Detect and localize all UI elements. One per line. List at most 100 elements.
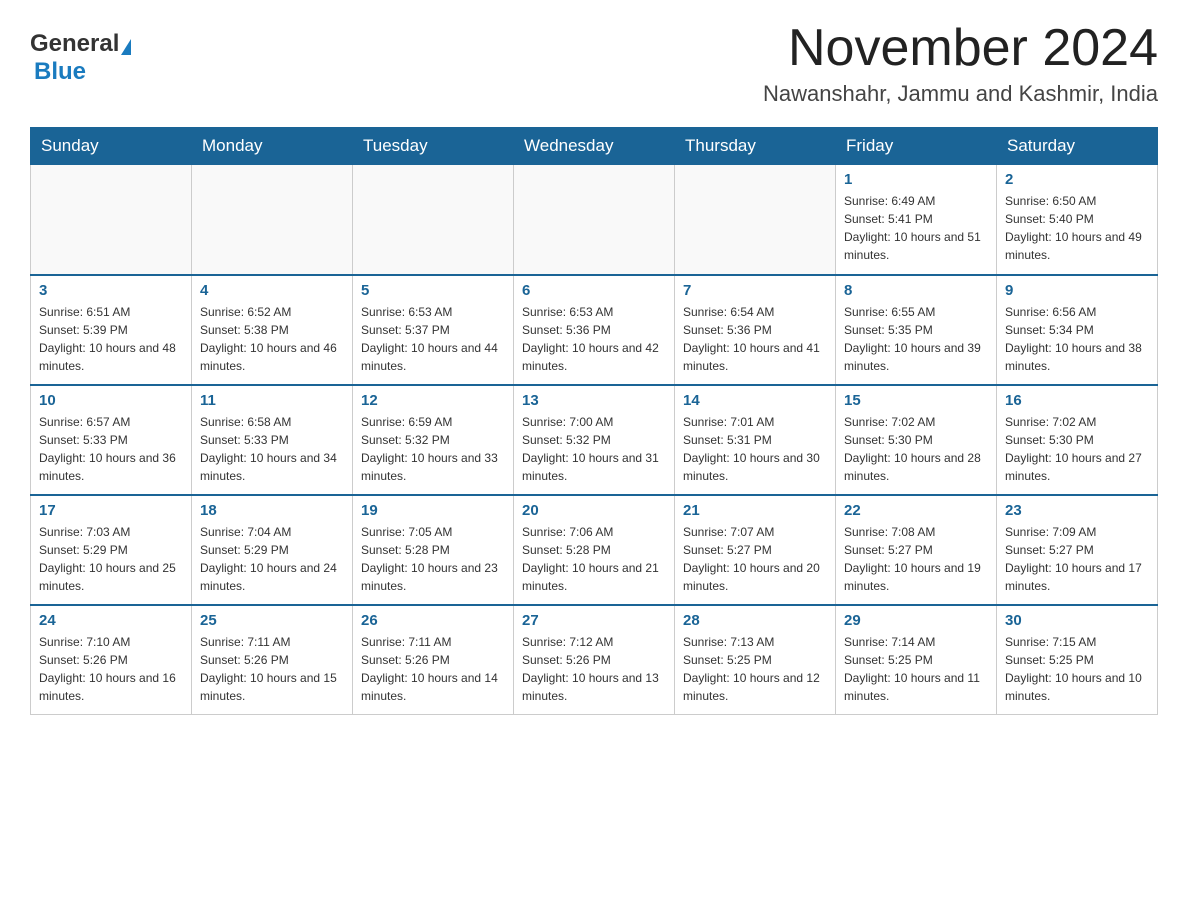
header-monday: Monday: [192, 128, 353, 165]
calendar-cell: 9 Sunrise: 6:56 AM Sunset: 5:34 PM Daylig…: [997, 275, 1158, 385]
calendar-cell: 28 Sunrise: 7:13 AM Sunset: 5:25 PM Dayli…: [675, 605, 836, 715]
calendar-cell: 14 Sunrise: 7:01 AM Sunset: 5:31 PM Dayli…: [675, 385, 836, 495]
day-number: 24: [39, 612, 183, 629]
day-info: Sunrise: 7:10 AM Sunset: 5:26 PM Dayligh…: [39, 633, 183, 705]
calendar-cell: 15Sunrise: 7:02 AM Sunset: 5:30 PM Dayli…: [836, 385, 997, 495]
day-info: Sunrise: 6:52 AM Sunset: 5:38 PM Dayligh…: [200, 303, 344, 375]
day-info: Sunrise: 6:54 AM Sunset: 5:36 PM Dayligh…: [683, 303, 827, 375]
calendar-header-row: Sunday Monday Tuesday Wednesday Thursday…: [31, 128, 1158, 165]
page-header: General Blue November 2024 Nawanshahr, J…: [30, 20, 1158, 107]
day-number: 30: [1005, 612, 1149, 629]
calendar-cell: 1Sunrise: 6:49 AM Sunset: 5:41 PM Daylig…: [836, 165, 997, 275]
day-number: 28: [683, 612, 827, 629]
calendar-cell: 26 Sunrise: 7:11 AM Sunset: 5:26 PM Dayli…: [353, 605, 514, 715]
calendar-cell: 21 Sunrise: 7:07 AM Sunset: 5:27 PM Dayli…: [675, 495, 836, 605]
day-info: Sunrise: 7:06 AM Sunset: 5:28 PM Dayligh…: [522, 523, 666, 595]
day-info: Sunrise: 7:01 AM Sunset: 5:31 PM Dayligh…: [683, 413, 827, 485]
day-info: Sunrise: 6:50 AM Sunset: 5:40 PM Dayligh…: [1005, 192, 1149, 264]
day-info: Sunrise: 6:51 AM Sunset: 5:39 PM Dayligh…: [39, 303, 183, 375]
calendar-cell: 25 Sunrise: 7:11 AM Sunset: 5:26 PM Dayli…: [192, 605, 353, 715]
calendar-cell: 19 Sunrise: 7:05 AM Sunset: 5:28 PM Dayli…: [353, 495, 514, 605]
day-number: 14: [683, 392, 827, 409]
title-area: November 2024 Nawanshahr, Jammu and Kash…: [763, 20, 1158, 107]
day-number: 4: [200, 282, 344, 299]
day-number: 11: [200, 392, 344, 409]
header-wednesday: Wednesday: [514, 128, 675, 165]
day-info: Sunrise: 7:14 AM Sunset: 5:25 PM Dayligh…: [844, 633, 988, 705]
calendar-cell: 24 Sunrise: 7:10 AM Sunset: 5:26 PM Dayli…: [31, 605, 192, 715]
day-number: 13: [522, 392, 666, 409]
day-number: 19: [361, 502, 505, 519]
day-number: 22: [844, 502, 988, 519]
calendar-cell: 13 Sunrise: 7:00 AM Sunset: 5:32 PM Dayli…: [514, 385, 675, 495]
day-info: Sunrise: 7:08 AM Sunset: 5:27 PM Dayligh…: [844, 523, 988, 595]
day-info: Sunrise: 6:59 AM Sunset: 5:32 PM Dayligh…: [361, 413, 505, 485]
day-number: 1: [844, 171, 988, 188]
calendar-cell: 27 Sunrise: 7:12 AM Sunset: 5:26 PM Dayli…: [514, 605, 675, 715]
day-info: Sunrise: 7:09 AM Sunset: 5:27 PM Dayligh…: [1005, 523, 1149, 595]
day-number: 27: [522, 612, 666, 629]
calendar-cell: 7Sunrise: 6:54 AM Sunset: 5:36 PM Daylig…: [675, 275, 836, 385]
day-info: Sunrise: 7:07 AM Sunset: 5:27 PM Dayligh…: [683, 523, 827, 595]
calendar-cell: 4 Sunrise: 6:52 AM Sunset: 5:38 PM Daylig…: [192, 275, 353, 385]
day-info: Sunrise: 7:15 AM Sunset: 5:25 PM Dayligh…: [1005, 633, 1149, 705]
location-title: Nawanshahr, Jammu and Kashmir, India: [763, 81, 1158, 107]
day-number: 21: [683, 502, 827, 519]
day-number: 16: [1005, 392, 1149, 409]
day-info: Sunrise: 6:53 AM Sunset: 5:37 PM Dayligh…: [361, 303, 505, 375]
calendar-cell: 3 Sunrise: 6:51 AM Sunset: 5:39 PM Daylig…: [31, 275, 192, 385]
calendar-cell: 6Sunrise: 6:53 AM Sunset: 5:36 PM Daylig…: [514, 275, 675, 385]
calendar-cell: 11 Sunrise: 6:58 AM Sunset: 5:33 PM Dayli…: [192, 385, 353, 495]
day-number: 8: [844, 282, 988, 299]
day-number: 12: [361, 392, 505, 409]
header-sunday: Sunday: [31, 128, 192, 165]
day-info: Sunrise: 6:58 AM Sunset: 5:33 PM Dayligh…: [200, 413, 344, 485]
calendar-cell: 12 Sunrise: 6:59 AM Sunset: 5:32 PM Dayli…: [353, 385, 514, 495]
day-info: Sunrise: 7:12 AM Sunset: 5:26 PM Dayligh…: [522, 633, 666, 705]
calendar-cell: 17 Sunrise: 7:03 AM Sunset: 5:29 PM Dayli…: [31, 495, 192, 605]
day-number: 29: [844, 612, 988, 629]
calendar-week-row-4: 24 Sunrise: 7:10 AM Sunset: 5:26 PM Dayli…: [31, 605, 1158, 715]
calendar-table: Sunday Monday Tuesday Wednesday Thursday…: [30, 127, 1158, 715]
day-info: Sunrise: 7:11 AM Sunset: 5:26 PM Dayligh…: [200, 633, 344, 705]
calendar-cell: [31, 165, 192, 275]
day-info: Sunrise: 6:56 AM Sunset: 5:34 PM Dayligh…: [1005, 303, 1149, 375]
header-saturday: Saturday: [997, 128, 1158, 165]
calendar-cell: 5 Sunrise: 6:53 AM Sunset: 5:37 PM Daylig…: [353, 275, 514, 385]
day-number: 25: [200, 612, 344, 629]
header-friday: Friday: [836, 128, 997, 165]
day-number: 2: [1005, 171, 1149, 188]
calendar-cell: 18Sunrise: 7:04 AM Sunset: 5:29 PM Dayli…: [192, 495, 353, 605]
day-info: Sunrise: 7:11 AM Sunset: 5:26 PM Dayligh…: [361, 633, 505, 705]
calendar-cell: 10Sunrise: 6:57 AM Sunset: 5:33 PM Dayli…: [31, 385, 192, 495]
logo-blue-text: Blue: [34, 58, 86, 85]
day-number: 5: [361, 282, 505, 299]
calendar-cell: [675, 165, 836, 275]
day-info: Sunrise: 6:53 AM Sunset: 5:36 PM Dayligh…: [522, 303, 666, 375]
header-tuesday: Tuesday: [353, 128, 514, 165]
calendar-cell: 30 Sunrise: 7:15 AM Sunset: 5:25 PM Dayli…: [997, 605, 1158, 715]
calendar-cell: 22 Sunrise: 7:08 AM Sunset: 5:27 PM Dayli…: [836, 495, 997, 605]
day-number: 9: [1005, 282, 1149, 299]
calendar-week-row-0: 1Sunrise: 6:49 AM Sunset: 5:41 PM Daylig…: [31, 165, 1158, 275]
calendar-cell: 23Sunrise: 7:09 AM Sunset: 5:27 PM Dayli…: [997, 495, 1158, 605]
calendar-week-row-1: 3 Sunrise: 6:51 AM Sunset: 5:39 PM Daylig…: [31, 275, 1158, 385]
calendar-cell: 20 Sunrise: 7:06 AM Sunset: 5:28 PM Dayli…: [514, 495, 675, 605]
logo: General Blue: [30, 20, 131, 86]
calendar-week-row-2: 10Sunrise: 6:57 AM Sunset: 5:33 PM Dayli…: [31, 385, 1158, 495]
calendar-cell: 2 Sunrise: 6:50 AM Sunset: 5:40 PM Daylig…: [997, 165, 1158, 275]
day-number: 3: [39, 282, 183, 299]
day-number: 20: [522, 502, 666, 519]
day-number: 26: [361, 612, 505, 629]
calendar-cell: [192, 165, 353, 275]
day-info: Sunrise: 7:04 AM Sunset: 5:29 PM Dayligh…: [200, 523, 344, 595]
calendar-cell: 29 Sunrise: 7:14 AM Sunset: 5:25 PM Dayli…: [836, 605, 997, 715]
day-info: Sunrise: 7:00 AM Sunset: 5:32 PM Dayligh…: [522, 413, 666, 485]
day-info: Sunrise: 7:03 AM Sunset: 5:29 PM Dayligh…: [39, 523, 183, 595]
month-title: November 2024: [763, 20, 1158, 77]
calendar-cell: [514, 165, 675, 275]
header-thursday: Thursday: [675, 128, 836, 165]
day-number: 17: [39, 502, 183, 519]
day-info: Sunrise: 7:13 AM Sunset: 5:25 PM Dayligh…: [683, 633, 827, 705]
day-info: Sunrise: 7:05 AM Sunset: 5:28 PM Dayligh…: [361, 523, 505, 595]
